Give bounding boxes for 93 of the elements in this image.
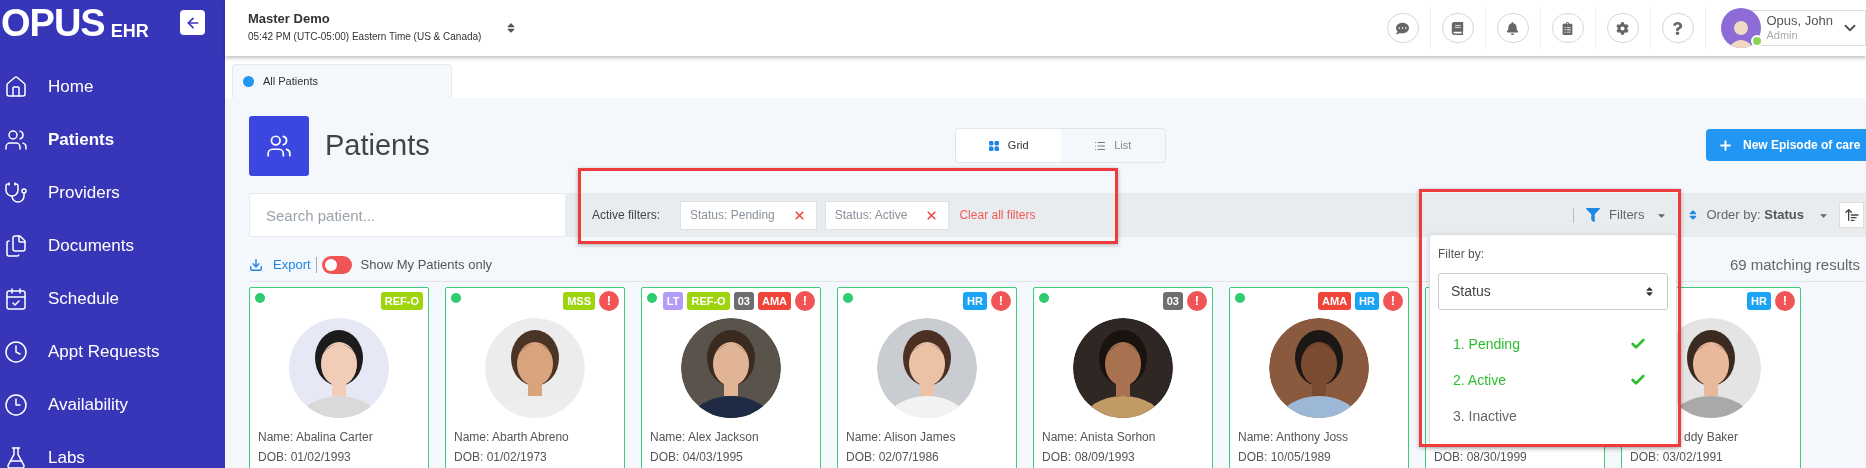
sort-icon	[1644, 286, 1655, 297]
patient-name: Name: Anthony Joss	[1238, 429, 1349, 446]
nav-item[interactable]: Availability	[0, 378, 225, 431]
patient-name: Name: Anista Sorhon	[1042, 429, 1156, 446]
filter-chip: Status: Pending	[680, 200, 817, 230]
users-icon	[4, 127, 28, 152]
patient-dob: DOB: 02/07/1986	[845, 450, 940, 464]
sort-direction-button[interactable]	[1839, 202, 1864, 228]
documents-icon	[4, 233, 28, 258]
tab[interactable]: All Patients	[232, 64, 452, 98]
clipboard-icon	[1561, 21, 1574, 35]
stethoscope-icon	[4, 180, 28, 205]
clock-icon	[4, 392, 28, 417]
view-toggle[interactable]: Grid	[956, 129, 1061, 162]
patient-dob: DOB: 08/30/1999	[1433, 450, 1528, 464]
nav-item[interactable]: Documents	[0, 219, 225, 272]
help-icon	[1671, 21, 1684, 35]
patient-card[interactable]: MSS ! Name: Abarth Abreno DOB: 01/02/1973	[445, 287, 625, 468]
user-role: Admin	[1766, 28, 1799, 42]
bell-icon	[1506, 21, 1519, 35]
list-icon	[1094, 139, 1107, 152]
plus-icon	[1718, 137, 1733, 153]
tag-badge: HR	[1747, 292, 1771, 310]
tag-badge: LT	[662, 292, 684, 310]
nav-item[interactable]: Labs	[0, 431, 225, 468]
patient-card[interactable]: 03 ! Name: Anista Sorhon DOB: 08/09/1993	[1033, 287, 1213, 468]
patient-name: ddy Baker	[1684, 429, 1739, 446]
nav-item[interactable]: Patients	[0, 113, 225, 166]
timezone-text: 05:42 PM (UTC-05:00) Eastern Time (US & Canada)	[248, 30, 482, 44]
remove-icon[interactable]	[792, 208, 806, 222]
alert-badge: !	[1775, 291, 1795, 311]
practice-name: Master Demo	[248, 11, 331, 27]
patient-card[interactable]: REF-O Name: Abalina Carter DOB: 01/02/1993	[249, 287, 429, 468]
alert-badge: !	[599, 291, 619, 311]
patient-name: Name: Alison James	[846, 429, 956, 446]
alert-badge: !	[795, 291, 815, 311]
active-filters-label: Active filters:	[592, 207, 660, 224]
tag-badge: REF-O	[380, 292, 423, 310]
patient-name: Name: Abarth Abreno	[454, 429, 569, 446]
user-name: Opus, John	[1766, 14, 1833, 28]
filter-field-select[interactable]: Status	[1438, 273, 1668, 310]
alert-badge: !	[1187, 291, 1207, 311]
page-title: Patients	[325, 128, 430, 164]
patient-dob: DOB: 04/03/1995	[649, 450, 744, 464]
toggle-switch[interactable]	[321, 256, 352, 274]
nav-item[interactable]: Schedule	[0, 272, 225, 325]
grid-icon	[987, 139, 1000, 152]
patient-dob: DOB: 10/05/1989	[1237, 450, 1332, 464]
home-icon	[4, 74, 28, 99]
collapse-button[interactable]	[180, 10, 205, 35]
calendar-icon	[4, 286, 28, 311]
export-link[interactable]: Export	[273, 255, 311, 275]
patient-dob: DOB: 01/02/1993	[257, 450, 352, 464]
tag-badge: 03	[1162, 292, 1183, 310]
results-count: 69 matching results	[1729, 254, 1860, 275]
nav-item[interactable]: Appt Requests	[0, 325, 225, 378]
patient-card[interactable]: HR ! Name: Alison James DOB: 02/07/1986	[837, 287, 1017, 468]
nav-item[interactable]: Home	[0, 60, 225, 113]
download-icon	[249, 258, 263, 272]
patient-dob: DOB: 03/02/1991	[1629, 450, 1724, 464]
tag-badge: HR	[1355, 292, 1379, 310]
patient-name: Name: Abalina Carter	[258, 429, 373, 446]
sort-ascending-icon	[1843, 207, 1860, 223]
book-icon	[1451, 21, 1464, 35]
tag-badge: REF-O	[687, 292, 730, 310]
toggle-label: Show My Patients only	[360, 256, 493, 275]
alert-badge: !	[991, 291, 1011, 311]
filter-by-label: Filter by:	[1438, 246, 1485, 263]
user-menu[interactable]: Opus, John Admin	[1721, 10, 1866, 46]
users-icon	[266, 133, 292, 159]
search-field[interactable]: Search patient...	[249, 193, 566, 237]
patient-card[interactable]: LT REF-O 03 AMA ! Name: Alex Jackson DOB: 04/03/1995	[641, 287, 821, 468]
patient-dob: DOB: 01/02/1973	[453, 450, 548, 464]
patient-dob: DOB: 08/09/1993	[1041, 450, 1136, 464]
filters-button[interactable]: Filters	[1586, 205, 1668, 225]
logo-text: OPUS	[1, 4, 105, 42]
nav-item[interactable]: Providers	[0, 166, 225, 219]
chat-icon	[1396, 21, 1409, 35]
settings-icon	[1616, 21, 1629, 35]
clock-icon	[4, 339, 28, 364]
alert-badge: !	[1383, 291, 1403, 311]
logo-subtext: EHR	[110, 20, 149, 43]
tag-badge: AMA	[757, 292, 791, 310]
tag-badge: 03	[733, 292, 754, 310]
patient-name: Name: Alex Jackson	[650, 429, 759, 446]
order-by-button[interactable]: Order by: Status	[1687, 205, 1829, 225]
tag-badge: AMA	[1318, 292, 1352, 310]
funnel-icon	[1586, 208, 1601, 222]
flask-icon	[4, 445, 28, 468]
filter-chip: Status: Active	[824, 200, 950, 230]
tag-badge: MSS	[563, 292, 595, 310]
patient-card[interactable]: AMA HR ! Name: Anthony Joss DOB: 10/05/1989	[1229, 287, 1409, 468]
tag-badge: HR	[963, 292, 987, 310]
